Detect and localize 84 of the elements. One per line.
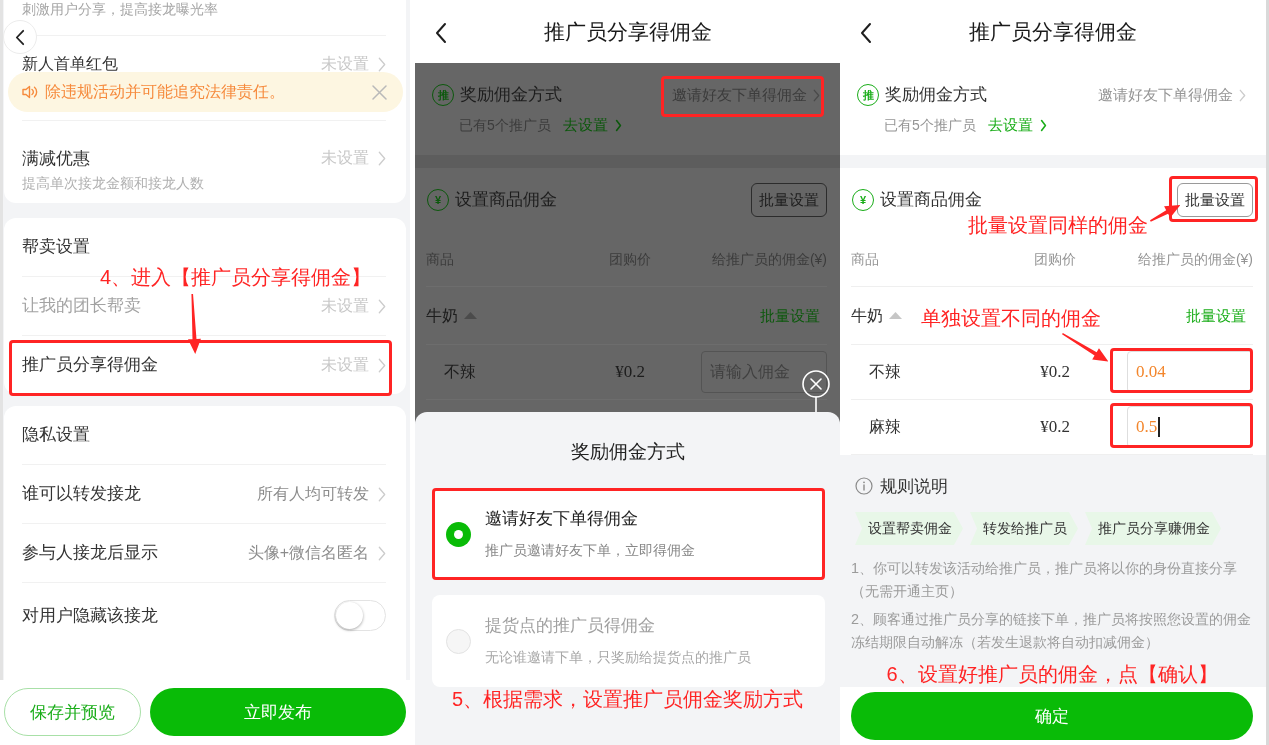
setup-link[interactable]: 去设置	[562, 116, 622, 134]
column-header: 团购价	[1034, 250, 1076, 268]
product-group: 牛奶	[851, 305, 883, 326]
row-label: 谁可以转发接龙	[22, 483, 141, 505]
section-label: 奖励佣金方式	[885, 84, 987, 106]
chevron-right-icon	[378, 298, 386, 314]
batch-set-button[interactable]: 批量设置	[751, 183, 827, 217]
publish-button[interactable]: 立即发布	[150, 688, 406, 736]
confirm-button[interactable]: 确定	[851, 692, 1253, 740]
save-preview-button[interactable]: 保存并预览	[4, 688, 141, 736]
rule-text: 1、你可以转发该活动给推广员，推广员将以你的身份直接分享（无需开通主页）	[851, 559, 1238, 601]
chevron-left-icon	[860, 21, 872, 44]
callout-arrow	[1149, 205, 1180, 222]
callout-text: 单独设置不同的佣金	[921, 306, 1101, 330]
product-price: ¥0.2	[1040, 362, 1070, 382]
step-chip: 推广员分享赚佣金	[1085, 512, 1221, 545]
row-value: 头像+微信名匿名	[247, 543, 369, 563]
product-name: 不辣	[869, 362, 901, 382]
caret-up-icon[interactable]	[889, 312, 902, 319]
section-label: 设置商品佣金	[455, 189, 557, 211]
rules-title: 规则说明	[880, 476, 948, 497]
product-group: 牛奶	[426, 305, 458, 326]
chevron-left-icon	[435, 21, 447, 44]
product-name: 不辣	[444, 362, 476, 382]
chevron-right-icon	[1039, 118, 1047, 132]
chevron-right-icon	[378, 486, 386, 502]
row-label: 对用户隐藏该接龙	[22, 604, 158, 627]
section-label: 奖励佣金方式	[460, 84, 562, 106]
row-label: 新人首单红包	[22, 56, 118, 72]
option-title: 邀请好友下单得佣金	[485, 509, 639, 529]
product-price: ¥0.2	[615, 362, 645, 382]
promoter-count: 已有5个推广员	[884, 116, 976, 134]
callout-text: 4、进入【推广员分享得佣金】	[100, 265, 372, 289]
page-title: 推广员分享得佣金	[543, 18, 712, 45]
row-subtitle: 提高单次接龙金额和接龙人数	[22, 174, 204, 192]
toggle-switch[interactable]	[334, 600, 386, 631]
batch-set-button[interactable]: 批量设置	[1177, 183, 1253, 217]
rule-text: 2、顾客通过推广员分享的链接下单，推广员将按照您设置的佣金冻结期限自动解冻（若发生退款将自动扣减佣金）	[851, 610, 1252, 652]
row-label: 让我的团长帮卖	[22, 295, 141, 317]
chevron-right-icon	[378, 545, 386, 561]
close-icon[interactable]	[802, 370, 830, 412]
caret-up-icon[interactable]	[464, 312, 477, 319]
option-description: 推广员邀请好友下单，立即得佣金	[485, 541, 695, 559]
setup-link[interactable]: 去设置	[987, 116, 1047, 134]
info-icon	[855, 477, 873, 495]
chevron-right-icon	[614, 118, 622, 132]
chevron-left-icon	[15, 28, 25, 46]
column-header: 商品	[851, 250, 879, 268]
method-selector[interactable]: 邀请好友下单得佣金	[1098, 86, 1246, 104]
option-title: 提货点的推广员得佣金	[485, 616, 656, 636]
callout-text: 6、设置好推广员的佣金，点【确认】	[886, 662, 1218, 686]
row-label: 满减优惠	[22, 148, 91, 170]
batch-set-link[interactable]: 批量设置	[1186, 306, 1246, 325]
hint-text: 刺激用户分享，提高接龙曝光率	[22, 1, 218, 17]
section-title: 隐私设置	[22, 424, 90, 446]
radio-button[interactable]	[446, 521, 471, 547]
page-title: 推广员分享得佣金	[969, 18, 1137, 45]
row-label: 参与人接龙后显示	[22, 542, 158, 564]
option-description: 无论谁邀请下单，只奖励给提货点的推广员	[485, 648, 751, 666]
callout-text: 批量设置同样的佣金	[968, 213, 1148, 237]
option-card[interactable]: 邀请好友下单得佣金 推广员邀请好友下单，立即得佣金	[432, 488, 825, 580]
section-label: 设置商品佣金	[880, 189, 982, 211]
callout-text: 5、根据需求，设置推广员佣金奖励方式	[451, 687, 804, 711]
speaker-icon	[22, 85, 38, 99]
back-button[interactable]	[860, 21, 872, 44]
product-price: ¥0.2	[1040, 417, 1070, 437]
notice-text: 除违规活动并可能追究法律责任。	[45, 82, 286, 102]
row-label: 推广员分享得佣金	[22, 354, 158, 376]
chevron-right-icon	[378, 357, 386, 373]
callout-arrow	[1061, 333, 1108, 362]
step-chip: 设置帮卖佣金	[855, 512, 963, 545]
chevron-right-icon	[1239, 88, 1246, 102]
column-header: 给推广员的佣金(¥)	[1137, 250, 1253, 268]
section-title: 帮卖设置	[22, 236, 90, 258]
chevron-right-icon	[378, 56, 386, 72]
callout-arrow	[187, 293, 201, 354]
chevron-right-icon	[378, 150, 386, 166]
row-value: 所有人均可转发	[257, 484, 369, 504]
chevron-right-icon	[813, 88, 820, 102]
batch-set-link[interactable]: 批量设置	[760, 306, 820, 325]
product-name: 麻辣	[869, 417, 901, 437]
back-button[interactable]	[435, 21, 447, 44]
sheet-title: 奖励佣金方式	[570, 440, 685, 464]
step-chip: 转发给推广员	[970, 512, 1078, 545]
